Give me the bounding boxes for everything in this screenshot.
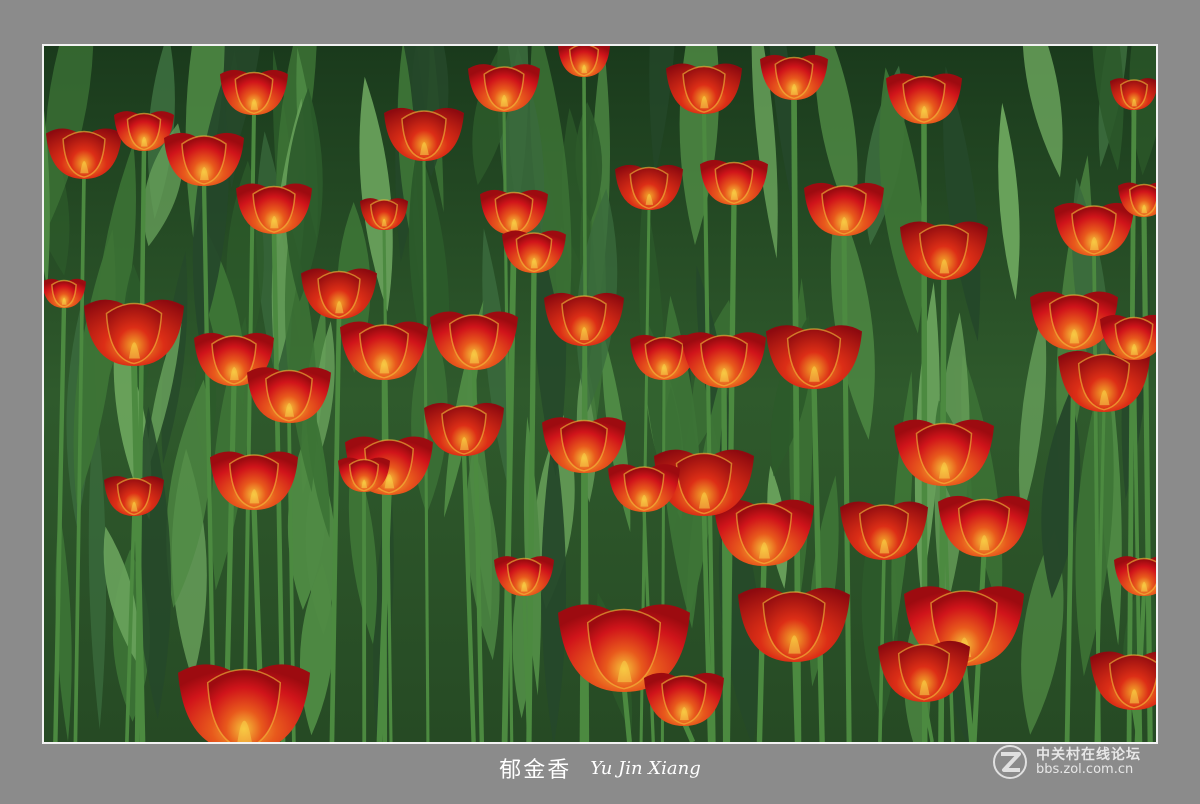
tulip-stem [792, 656, 799, 742]
tulip-photo [44, 46, 1156, 742]
zol-z-logo-icon [993, 745, 1027, 779]
caption-chinese-title: 郁金香 [499, 758, 572, 783]
caption-pinyin-title: Yu Jin Xiang [590, 757, 701, 779]
site-watermark: 中关村在线论坛 bbs.zol.com.cn [992, 744, 1192, 784]
watermark-site-name: 中关村在线论坛 [1036, 747, 1141, 763]
picture-frame [0, 0, 1200, 804]
tulip-bloom [178, 664, 310, 742]
tulip-stem [721, 383, 729, 742]
tulip-field-image [44, 46, 1156, 742]
watermark-site-url: bbs.zol.com.cn [1036, 762, 1134, 777]
